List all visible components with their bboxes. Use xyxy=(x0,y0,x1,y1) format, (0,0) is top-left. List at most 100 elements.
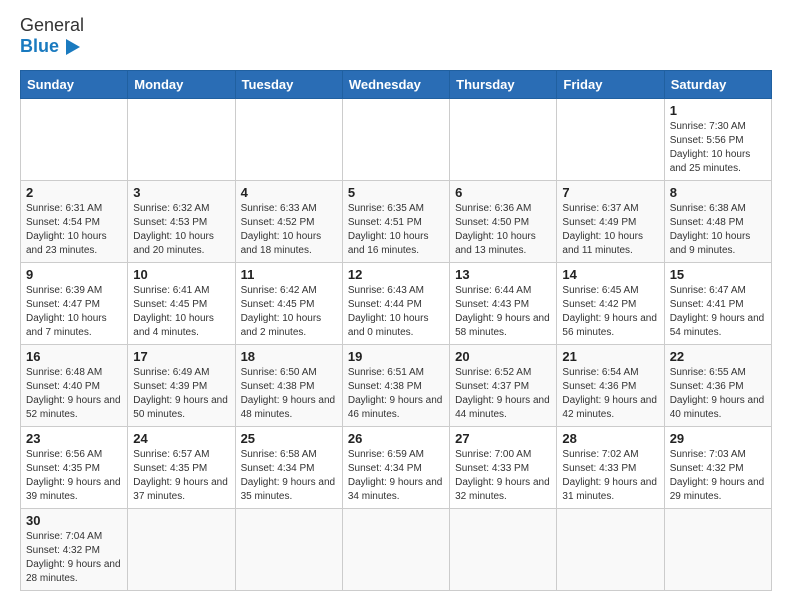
calendar-cell: 14 Sunrise: 6:45 AM Sunset: 4:42 PM Dayli… xyxy=(557,262,664,344)
day-number: 5 xyxy=(348,185,444,200)
day-number: 19 xyxy=(348,349,444,364)
day-number: 29 xyxy=(670,431,766,446)
day-info: Sunrise: 6:45 AM Sunset: 4:42 PM Dayligh… xyxy=(562,284,658,340)
day-info: Sunrise: 6:44 AM Sunset: 4:43 PM Dayligh… xyxy=(455,284,551,340)
calendar-cell: 20 Sunrise: 6:52 AM Sunset: 4:37 PM Dayli… xyxy=(450,344,557,426)
calendar-cell xyxy=(664,508,771,590)
calendar-cell xyxy=(342,508,449,590)
calendar-cell: 7 Sunrise: 6:37 AM Sunset: 4:49 PM Daylig… xyxy=(557,180,664,262)
calendar-cell xyxy=(450,98,557,180)
day-number: 28 xyxy=(562,431,658,446)
page-header: General Blue xyxy=(20,16,772,58)
calendar-cell: 5 Sunrise: 6:35 AM Sunset: 4:51 PM Daylig… xyxy=(342,180,449,262)
day-number: 9 xyxy=(26,267,122,282)
day-info: Sunrise: 7:04 AM Sunset: 4:32 PM Dayligh… xyxy=(26,530,122,586)
calendar-cell xyxy=(450,508,557,590)
day-number: 14 xyxy=(562,267,658,282)
day-info: Sunrise: 7:03 AM Sunset: 4:32 PM Dayligh… xyxy=(670,448,766,504)
day-info: Sunrise: 6:42 AM Sunset: 4:45 PM Dayligh… xyxy=(241,284,337,340)
calendar-cell: 24Sunrise: 6:57 AM Sunset: 4:35 PM Dayli… xyxy=(128,426,235,508)
calendar-week-3: 16 Sunrise: 6:48 AM Sunset: 4:40 PM Dayli… xyxy=(21,344,772,426)
day-info: Sunrise: 6:59 AM Sunset: 4:34 PM Dayligh… xyxy=(348,448,444,504)
logo: General Blue xyxy=(20,16,84,58)
weekday-header-saturday: Saturday xyxy=(664,70,771,98)
weekday-header-thursday: Thursday xyxy=(450,70,557,98)
day-number: 22 xyxy=(670,349,766,364)
day-number: 13 xyxy=(455,267,551,282)
calendar-cell xyxy=(21,98,128,180)
day-number: 3 xyxy=(133,185,229,200)
weekday-header-monday: Monday xyxy=(128,70,235,98)
calendar-cell: 21Sunrise: 6:54 AM Sunset: 4:36 PM Dayli… xyxy=(557,344,664,426)
calendar-week-1: 2 Sunrise: 6:31 AM Sunset: 4:54 PM Daylig… xyxy=(21,180,772,262)
day-info: Sunrise: 6:39 AM Sunset: 4:47 PM Dayligh… xyxy=(26,284,122,340)
calendar-cell: 29 Sunrise: 7:03 AM Sunset: 4:32 PM Dayli… xyxy=(664,426,771,508)
logo-triangle-icon xyxy=(62,36,84,58)
calendar-table: SundayMondayTuesdayWednesdayThursdayFrid… xyxy=(20,70,772,591)
weekday-header-friday: Friday xyxy=(557,70,664,98)
calendar-cell: 10 Sunrise: 6:41 AM Sunset: 4:45 PM Dayli… xyxy=(128,262,235,344)
day-number: 8 xyxy=(670,185,766,200)
day-info: Sunrise: 6:52 AM Sunset: 4:37 PM Dayligh… xyxy=(455,366,551,422)
day-number: 2 xyxy=(26,185,122,200)
day-info: Sunrise: 6:48 AM Sunset: 4:40 PM Dayligh… xyxy=(26,366,122,422)
day-info: Sunrise: 6:41 AM Sunset: 4:45 PM Dayligh… xyxy=(133,284,229,340)
day-info: Sunrise: 6:58 AM Sunset: 4:34 PM Dayligh… xyxy=(241,448,337,504)
day-number: 10 xyxy=(133,267,229,282)
calendar-cell: 6Sunrise: 6:36 AM Sunset: 4:50 PM Daylig… xyxy=(450,180,557,262)
day-info: Sunrise: 6:43 AM Sunset: 4:44 PM Dayligh… xyxy=(348,284,444,340)
calendar-week-0: 1Sunrise: 7:30 AM Sunset: 5:56 PM Daylig… xyxy=(21,98,772,180)
day-info: Sunrise: 6:55 AM Sunset: 4:36 PM Dayligh… xyxy=(670,366,766,422)
calendar-cell xyxy=(128,98,235,180)
weekday-header-sunday: Sunday xyxy=(21,70,128,98)
weekday-header-tuesday: Tuesday xyxy=(235,70,342,98)
calendar-cell: 15 Sunrise: 6:47 AM Sunset: 4:41 PM Dayli… xyxy=(664,262,771,344)
day-number: 26 xyxy=(348,431,444,446)
day-number: 17 xyxy=(133,349,229,364)
day-info: Sunrise: 7:30 AM Sunset: 5:56 PM Dayligh… xyxy=(670,120,766,176)
calendar-week-4: 23 Sunrise: 6:56 AM Sunset: 4:35 PM Dayli… xyxy=(21,426,772,508)
calendar-cell: 27 Sunrise: 7:00 AM Sunset: 4:33 PM Dayli… xyxy=(450,426,557,508)
day-number: 25 xyxy=(241,431,337,446)
day-number: 20 xyxy=(455,349,551,364)
calendar-cell: 8Sunrise: 6:38 AM Sunset: 4:48 PM Daylig… xyxy=(664,180,771,262)
day-number: 27 xyxy=(455,431,551,446)
calendar-cell xyxy=(128,508,235,590)
day-info: Sunrise: 7:02 AM Sunset: 4:33 PM Dayligh… xyxy=(562,448,658,504)
calendar-week-2: 9 Sunrise: 6:39 AM Sunset: 4:47 PM Daylig… xyxy=(21,262,772,344)
day-number: 15 xyxy=(670,267,766,282)
calendar-cell: 17 Sunrise: 6:49 AM Sunset: 4:39 PM Dayli… xyxy=(128,344,235,426)
calendar-week-5: 30Sunrise: 7:04 AM Sunset: 4:32 PM Dayli… xyxy=(21,508,772,590)
day-info: Sunrise: 6:36 AM Sunset: 4:50 PM Dayligh… xyxy=(455,202,551,258)
day-info: Sunrise: 6:31 AM Sunset: 4:54 PM Dayligh… xyxy=(26,202,122,258)
calendar-cell xyxy=(342,98,449,180)
calendar-cell: 18Sunrise: 6:50 AM Sunset: 4:38 PM Dayli… xyxy=(235,344,342,426)
calendar-cell xyxy=(557,508,664,590)
calendar-cell: 28 Sunrise: 7:02 AM Sunset: 4:33 PM Dayli… xyxy=(557,426,664,508)
calendar-cell: 13 Sunrise: 6:44 AM Sunset: 4:43 PM Dayli… xyxy=(450,262,557,344)
day-number: 7 xyxy=(562,185,658,200)
day-number: 24 xyxy=(133,431,229,446)
day-info: Sunrise: 6:37 AM Sunset: 4:49 PM Dayligh… xyxy=(562,202,658,258)
day-info: Sunrise: 6:56 AM Sunset: 4:35 PM Dayligh… xyxy=(26,448,122,504)
day-number: 12 xyxy=(348,267,444,282)
day-number: 16 xyxy=(26,349,122,364)
calendar-cell: 25 Sunrise: 6:58 AM Sunset: 4:34 PM Dayli… xyxy=(235,426,342,508)
day-info: Sunrise: 6:51 AM Sunset: 4:38 PM Dayligh… xyxy=(348,366,444,422)
day-info: Sunrise: 6:54 AM Sunset: 4:36 PM Dayligh… xyxy=(562,366,658,422)
calendar-cell: 11 Sunrise: 6:42 AM Sunset: 4:45 PM Dayli… xyxy=(235,262,342,344)
day-number: 23 xyxy=(26,431,122,446)
calendar-cell: 1Sunrise: 7:30 AM Sunset: 5:56 PM Daylig… xyxy=(664,98,771,180)
day-number: 11 xyxy=(241,267,337,282)
calendar-cell: 16 Sunrise: 6:48 AM Sunset: 4:40 PM Dayli… xyxy=(21,344,128,426)
day-info: Sunrise: 7:00 AM Sunset: 4:33 PM Dayligh… xyxy=(455,448,551,504)
calendar-cell: 3Sunrise: 6:32 AM Sunset: 4:53 PM Daylig… xyxy=(128,180,235,262)
calendar-cell xyxy=(557,98,664,180)
day-info: Sunrise: 6:33 AM Sunset: 4:52 PM Dayligh… xyxy=(241,202,337,258)
day-info: Sunrise: 6:47 AM Sunset: 4:41 PM Dayligh… xyxy=(670,284,766,340)
calendar-cell xyxy=(235,508,342,590)
day-info: Sunrise: 6:35 AM Sunset: 4:51 PM Dayligh… xyxy=(348,202,444,258)
day-number: 4 xyxy=(241,185,337,200)
weekday-header-row: SundayMondayTuesdayWednesdayThursdayFrid… xyxy=(21,70,772,98)
day-info: Sunrise: 6:49 AM Sunset: 4:39 PM Dayligh… xyxy=(133,366,229,422)
